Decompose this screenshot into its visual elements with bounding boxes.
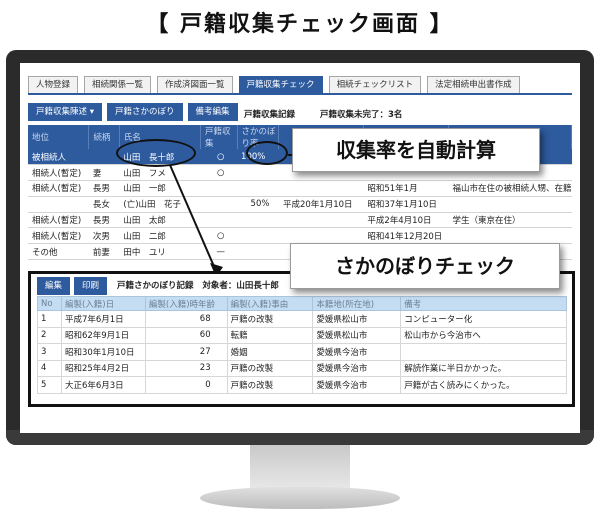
table-row[interactable]: 4 昭和25年4月2日 23 戸籍の改製 愛媛県今治市 解読作業に半日かかった。: [37, 359, 567, 377]
arrow-line: [169, 164, 217, 272]
panel-print-button[interactable]: 印刷: [74, 277, 108, 295]
table-row[interactable]: 2 昭和62年9月1日 60 転籍 愛媛県松山市 松山市から今治市へ: [37, 326, 567, 344]
trace-back-panel: 編集 印刷 戸籍さかのぼり記録 対象者：山田長十郎 No 編製(入籍)日 編製(…: [28, 271, 575, 407]
rate-auto-calc-callout: 収集率を自動計算: [292, 128, 540, 172]
panel-record-label: 戸籍さかのぼり記録 対象者：山田長十郎: [117, 281, 279, 291]
panel-target-label: 対象者：山田長十郎: [202, 281, 279, 291]
page-title: 【 戸籍収集チェック画面 】: [146, 12, 454, 37]
app-screen: 人物登録 相続関係一覧 作成済図面一覧 戸籍収集チェック 相続チェックリスト 法…: [20, 63, 580, 433]
trace-back-table: No 編製(入籍)日 編製(入籍)時年齢 編製(入籍)事由 本籍地(所在地) 備…: [37, 296, 567, 394]
panel-edit-button[interactable]: 編集: [37, 277, 71, 295]
table-row[interactable]: 5 大正6年6月3日 0 戸籍の改製 愛媛県今治市 戸籍が古く読みにくかった。: [37, 376, 567, 394]
panel-header-row: No 編製(入籍)日 編製(入籍)時年齢 編製(入籍)事由 本籍地(所在地) 備…: [37, 296, 567, 311]
monitor-stand-neck: [250, 445, 350, 490]
table-row[interactable]: 1 平成7年6月1日 68 戸籍の改製 愛媛県松山市 コンピューター化: [37, 310, 567, 328]
trace-check-callout: さかのぼりチェック: [290, 243, 560, 289]
monitor-stand-base: [200, 487, 400, 509]
table-row[interactable]: 3 昭和30年1月10日 27 婚姻 愛媛県今治市: [37, 343, 567, 361]
panel-toolbar: 編集 印刷: [37, 277, 108, 295]
